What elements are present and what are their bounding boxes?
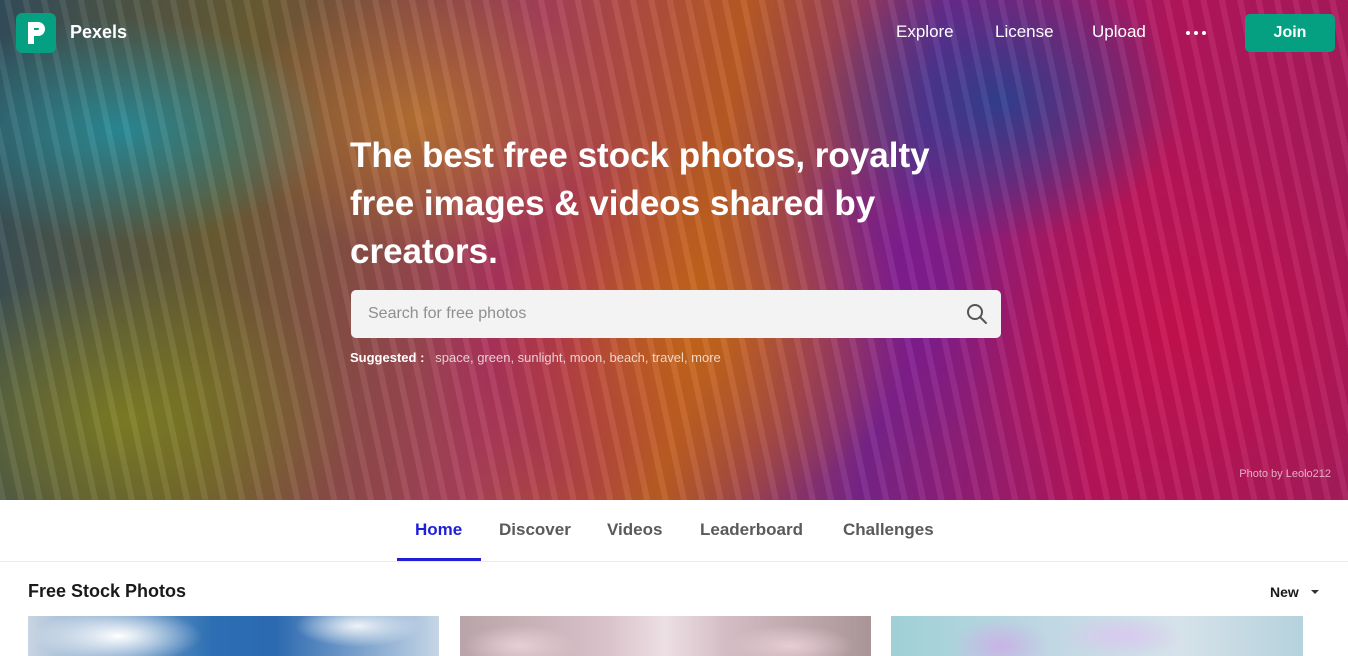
photo-credit[interactable]: Photo by Leolo212 [1239,468,1331,480]
nav-upload[interactable]: Upload [1092,22,1146,42]
feed-title: Free Stock Photos [28,581,187,601]
photo-thumbnail[interactable] [460,616,871,656]
suggested-searches: Suggested : space, green, sunlight, moon… [350,350,721,365]
search-input[interactable] [368,291,958,337]
tab-challenges[interactable]: Challenges [843,520,934,540]
sort-dropdown[interactable]: New [1270,584,1319,600]
photo-thumbnail[interactable] [28,616,439,656]
search-icon[interactable] [965,302,989,326]
active-tab-indicator [397,558,481,561]
suggested-label: Suggested : [350,350,425,365]
join-button[interactable]: Join [1245,14,1335,52]
tab-leaderboard[interactable]: Leaderboard [700,520,803,540]
suggested-link-space[interactable]: space [435,350,470,365]
photo-thumbnail[interactable] [891,616,1303,656]
pexels-logo-icon[interactable] [16,13,56,53]
nav-explore[interactable]: Explore [896,22,954,42]
suggested-link-travel[interactable]: travel [652,350,684,365]
more-horizontal-icon[interactable] [1186,23,1206,43]
brand-name[interactable]: Pexels [70,22,127,43]
suggested-link-more[interactable]: more [691,350,721,365]
tab-videos[interactable]: Videos [607,520,662,540]
tab-home[interactable]: Home [415,520,462,540]
suggested-link-sunlight[interactable]: sunlight [518,350,563,365]
tab-discover[interactable]: Discover [499,520,571,540]
sort-label: New [1270,584,1299,600]
top-navigation: Pexels Explore License Upload Join [0,0,1348,66]
suggested-link-beach[interactable]: beach [609,350,644,365]
search-bar [351,290,1001,338]
suggested-link-green[interactable]: green [477,350,510,365]
hero-headline: The best free stock photos, royalty free… [350,136,930,271]
section-tabs: Home Discover Videos Leaderboard Challen… [0,500,1348,562]
nav-license[interactable]: License [995,22,1054,42]
suggested-link-moon[interactable]: moon [570,350,603,365]
chevron-down-icon [1310,590,1319,594]
